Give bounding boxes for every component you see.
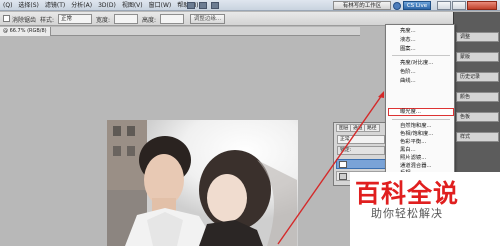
watermark-logo: 百科全说 助你轻松解决	[350, 172, 500, 246]
watermark-subtitle: 助你轻松解决	[371, 207, 443, 220]
